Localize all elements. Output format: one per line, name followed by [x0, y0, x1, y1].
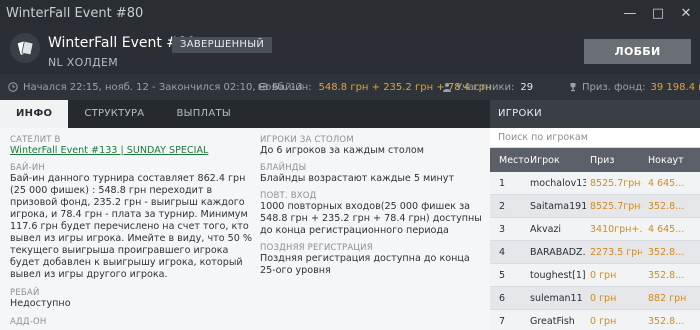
- place-cell: 7: [499, 315, 506, 327]
- knockout-cell: 882 грн: [648, 292, 687, 304]
- info-content: САТЕЛИТ В WinterFall Event #133 | SUNDAY…: [0, 128, 490, 330]
- addon-label: АДД-ОН: [10, 317, 47, 327]
- status-badge: ЗАВЕРШЕННЫЙ: [172, 37, 273, 53]
- info-left-column: САТЕЛИТ В WinterFall Event #133 | SUNDAY…: [10, 132, 254, 327]
- place-cell: 5: [499, 269, 506, 281]
- tournament-infobar: Начался 22:15, нояб. 12 - Закончился 02:…: [0, 74, 700, 100]
- table-row[interactable]: 6 suleman11 0 грн 882 грн: [490, 287, 700, 310]
- place-cell: 3: [499, 223, 506, 235]
- players-label: Участники:: [456, 81, 515, 93]
- player-cell: mochalov13: [530, 177, 586, 189]
- blinds-value: Блайнды возрастают каждые 5 минут: [260, 173, 455, 184]
- column-player[interactable]: Игрок: [528, 155, 586, 166]
- prize-cell: 3410грн+...: [590, 223, 642, 235]
- game-type: NL ХОЛДЕМ: [48, 56, 119, 69]
- knockout-cell: 4 645...: [648, 223, 685, 235]
- prize-cell: 0 грн: [590, 292, 617, 304]
- person-icon: [443, 83, 451, 92]
- tables-value: До 6 игроков за каждым столом: [260, 145, 424, 156]
- prize-cell: 8525.7грн+...: [590, 200, 642, 212]
- prize-pool: Приз. фонд: 39 198.4 грн: [568, 74, 700, 100]
- tab-bar: ИНФО СТРУКТУРА ВЫПЛАТЫ: [0, 100, 490, 128]
- late-registration-value: Поздняя регистрация доступна до конца 25…: [260, 253, 470, 276]
- tournament-header: WinterFall Event #80 NL ХОЛДЕМ ЗАВЕРШЕНН…: [0, 26, 700, 74]
- place-cell: 4: [499, 246, 506, 258]
- column-place[interactable]: Место: [490, 155, 530, 166]
- column-prize[interactable]: Приз: [586, 155, 642, 166]
- table-row[interactable]: 3 Akvazi 3410грн+... 4 645...: [490, 218, 700, 241]
- place-cell: 1: [499, 177, 506, 189]
- lobby-button[interactable]: ЛОББИ: [584, 39, 691, 64]
- rebuy-label: РЕБАЙ: [10, 288, 40, 298]
- players-table-header: Место Игрок Приз Нокаут: [490, 148, 700, 172]
- place-cell: 6: [499, 292, 506, 304]
- satellite-link[interactable]: WinterFall Event #133 | SUNDAY SPECIAL: [10, 145, 254, 157]
- satellite-label: САТЕЛИТ В: [10, 135, 61, 145]
- prizepool-label: Приз. фонд:: [582, 81, 646, 93]
- player-cell: Saitama191...: [530, 200, 586, 212]
- table-row[interactable]: 4 BARABADZ... 2273.5 грн 352.8...: [490, 241, 700, 264]
- prize-cell: 8525.7грн+...: [590, 177, 642, 189]
- table-row[interactable]: 7 GreatFish 0 грн 352.8...: [490, 310, 700, 330]
- info-right-column: ИГРОКИ ЗА СТОЛОМ До 6 игроков за каждым …: [260, 132, 485, 277]
- late-registration-label: ПОЗДНЯЯ РЕГИСТРАЦИЯ: [260, 243, 373, 253]
- window-title: WinterFall Event #80: [6, 5, 144, 21]
- coins-icon: [258, 82, 268, 91]
- minimize-button[interactable]: —: [616, 0, 644, 26]
- trophy-icon: [570, 83, 576, 92]
- tab-structure[interactable]: СТРУКТУРА: [68, 100, 160, 128]
- players-panel-title: ИГРОКИ: [490, 100, 700, 128]
- clock-icon: [8, 82, 18, 92]
- player-cell: toughest[1]: [530, 269, 586, 281]
- table-row[interactable]: 5 toughest[1] 0 грн 352.8...: [490, 264, 700, 287]
- maximize-button[interactable]: □: [644, 0, 672, 26]
- window-titlebar: WinterFall Event #80 — □ ✕: [0, 0, 700, 26]
- buyin-section-label: БАЙ-ИН: [10, 163, 46, 173]
- knockout-cell: 352.8...: [648, 200, 685, 212]
- tab-payouts[interactable]: ВЫПЛАТЫ: [160, 100, 247, 128]
- knockout-cell: 352.8...: [648, 246, 685, 258]
- players-panel: ИГРОКИ Поиск по игрокам Место Игрок Приз…: [490, 100, 700, 330]
- place-cell: 2: [499, 200, 506, 212]
- buyin-label: Бай-ин:: [272, 81, 312, 93]
- prizepool-value: 39 198.4 грн: [650, 81, 700, 93]
- knockout-cell: 4 645...: [648, 177, 685, 189]
- player-cell: suleman11: [530, 292, 583, 304]
- players-value: 29: [520, 81, 534, 93]
- knockout-cell: 352.8...: [648, 269, 685, 281]
- table-row[interactable]: 2 Saitama191... 8525.7грн+... 352.8...: [490, 195, 700, 218]
- player-cell: GreatFish: [530, 315, 575, 327]
- player-cell: Akvazi: [530, 223, 562, 235]
- player-search-input[interactable]: Поиск по игрокам: [490, 128, 700, 148]
- blinds-label: БЛАЙНДЫ: [260, 163, 307, 173]
- player-cell: BARABADZ...: [530, 246, 586, 258]
- prize-cell: 0 грн: [590, 269, 617, 281]
- prize-cell: 2273.5 грн: [590, 246, 642, 258]
- reentry-value: 1000 повторных входов(25 000 фишек за 54…: [260, 201, 482, 236]
- column-knockout[interactable]: Нокаут: [642, 155, 692, 166]
- reentry-label: ПОВТ. ВХОД: [260, 191, 317, 201]
- players-count: Участники: 29: [442, 74, 533, 100]
- tab-info[interactable]: ИНФО: [0, 100, 69, 128]
- players-table-body: 1 mochalov13 8525.7грн+... 4 645... 2 Sa…: [490, 172, 700, 330]
- close-button[interactable]: ✕: [672, 0, 700, 26]
- table-row[interactable]: 1 mochalov13 8525.7грн+... 4 645...: [490, 172, 700, 195]
- cards-logo-icon: [10, 33, 40, 63]
- knockout-cell: 352.8...: [648, 315, 685, 327]
- buyin-description: Бай-ин данного турнира составляет 862.4 …: [10, 173, 252, 280]
- rebuy-value: Недоступно: [10, 298, 71, 309]
- tables-label: ИГРОКИ ЗА СТОЛОМ: [260, 135, 354, 145]
- prize-cell: 0 грн: [590, 315, 617, 327]
